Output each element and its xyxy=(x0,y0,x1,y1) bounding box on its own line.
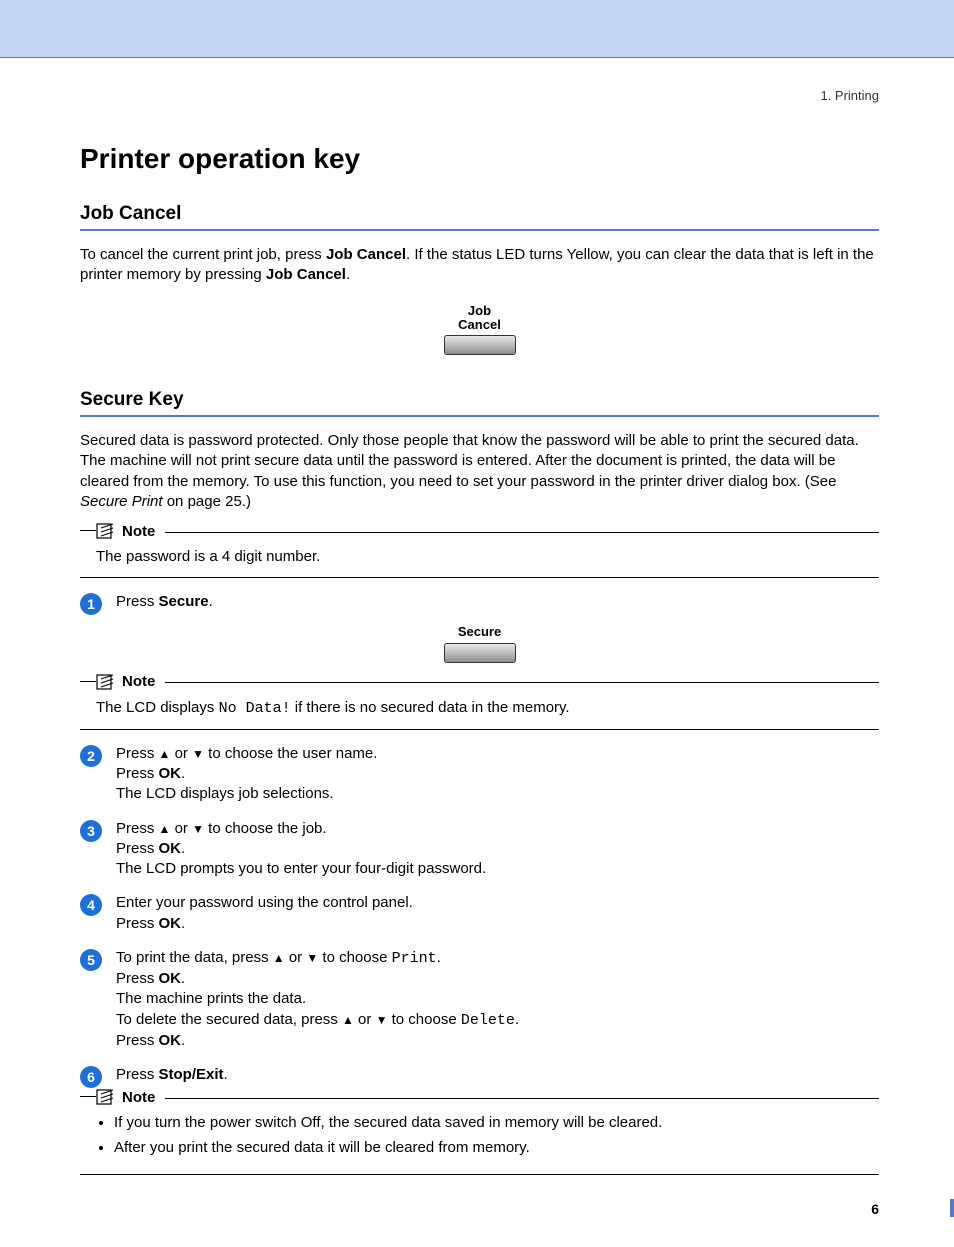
up-arrow-icon: ▲ xyxy=(342,1013,354,1027)
note-body: If you turn the power switch Off, the se… xyxy=(96,1113,879,1159)
note-title: Note xyxy=(122,673,155,690)
up-arrow-icon: ▲ xyxy=(159,747,171,761)
down-arrow-icon: ▼ xyxy=(376,1013,388,1027)
step-bullet: 4 xyxy=(80,894,102,916)
page-number: 6 xyxy=(80,1201,879,1217)
secure-key-intro: Secured data is password protected. Only… xyxy=(80,431,879,512)
note-body: The password is a 4 digit number. xyxy=(96,547,879,567)
step-bullet: 1 xyxy=(80,593,102,615)
job-cancel-button-figure: Job Cancel xyxy=(80,304,879,356)
job-cancel-button-label: Job Cancel xyxy=(458,304,501,333)
down-arrow-icon: ▼ xyxy=(306,951,318,965)
down-arrow-icon: ▼ xyxy=(192,747,204,761)
note-icon xyxy=(96,672,116,692)
breadcrumb: 1. Printing xyxy=(80,88,879,103)
down-arrow-icon: ▼ xyxy=(192,822,204,836)
step-4: 4 Enter your password using the control … xyxy=(80,893,879,934)
job-cancel-heading: Job Cancel xyxy=(80,203,879,231)
page-tab-icon xyxy=(950,1199,954,1217)
note-list-item: After you print the secured data it will… xyxy=(114,1138,879,1158)
secure-button-label: Secure xyxy=(458,625,501,639)
top-header-bar xyxy=(0,0,954,58)
secure-button-figure: Secure xyxy=(80,623,879,662)
job-cancel-intro: To cancel the current print job, press J… xyxy=(80,245,879,286)
note-list-item: If you turn the power switch Off, the se… xyxy=(114,1113,879,1133)
note-block-3: Note If you turn the power switch Off, t… xyxy=(80,1096,879,1175)
job-cancel-button-icon xyxy=(444,335,516,355)
step-5: 5 To print the data, press ▲ or ▼ to cho… xyxy=(80,948,879,1051)
secure-button-icon xyxy=(444,643,516,663)
step-bullet: 6 xyxy=(80,1066,102,1088)
note-icon xyxy=(96,1087,116,1107)
up-arrow-icon: ▲ xyxy=(273,951,285,965)
note-title: Note xyxy=(122,1089,155,1106)
step-1: 1 Press Secure. xyxy=(80,592,879,615)
step-bullet: 5 xyxy=(80,949,102,971)
note-body: The LCD displays No Data! if there is no… xyxy=(96,698,879,719)
up-arrow-icon: ▲ xyxy=(159,822,171,836)
note-block-1: Note The password is a 4 digit number. xyxy=(80,530,879,578)
note-block-2: Note The LCD displays No Data! if there … xyxy=(80,681,879,730)
page-title: Printer operation key xyxy=(80,143,879,175)
step-bullet: 2 xyxy=(80,745,102,767)
secure-key-heading: Secure Key xyxy=(80,389,879,417)
step-bullet: 3 xyxy=(80,820,102,842)
page-content: 1. Printing Printer operation key Job Ca… xyxy=(0,58,954,1247)
step-3: 3 Press ▲ or ▼ to choose the job. Press … xyxy=(80,819,879,880)
note-title: Note xyxy=(122,523,155,540)
note-icon xyxy=(96,521,116,541)
step-2: 2 Press ▲ or ▼ to choose the user name. … xyxy=(80,744,879,805)
step-6: 6 Press Stop/Exit. xyxy=(80,1065,879,1088)
